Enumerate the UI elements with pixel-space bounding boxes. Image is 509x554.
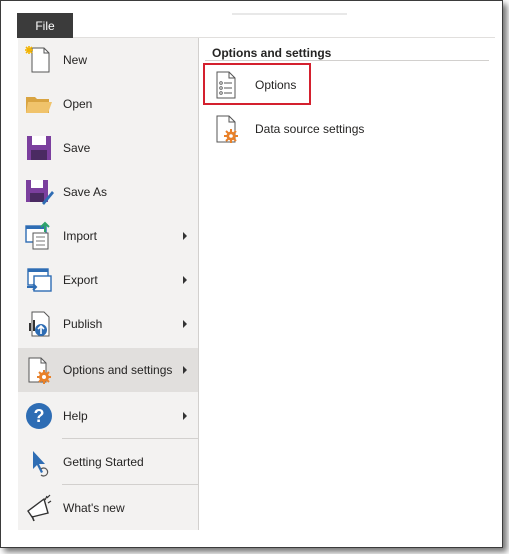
publish-icon: [24, 309, 54, 339]
submenu-arrow-icon: [183, 320, 187, 328]
data-source-settings-icon: [211, 114, 241, 144]
menu-item-label: Export: [63, 273, 98, 287]
menu-separator: [62, 484, 198, 485]
export-icon: [24, 265, 54, 295]
menu-item-open[interactable]: Open: [18, 82, 198, 126]
menu-item-label: Open: [63, 97, 93, 111]
panel-item-options[interactable]: Options: [205, 65, 489, 105]
folder-open-icon: [24, 89, 54, 119]
menu-item-export[interactable]: Export: [18, 258, 198, 302]
save-as-icon: [24, 177, 54, 207]
panel-divider: [205, 60, 489, 61]
menu-item-save[interactable]: Save: [18, 126, 198, 170]
ribbon-strip: [232, 13, 347, 15]
submenu-arrow-icon: [183, 276, 187, 284]
menu-item-publish[interactable]: Publish: [18, 302, 198, 346]
menu-item-label: What's new: [63, 501, 125, 515]
menu-item-getting-started[interactable]: Getting Started: [18, 440, 198, 484]
svg-text:?: ?: [34, 406, 45, 426]
submenu-arrow-icon: [183, 412, 187, 420]
help-icon: ?: [24, 401, 54, 431]
top-ribbon-bar: File: [17, 13, 495, 38]
save-icon: [24, 133, 54, 163]
menu-item-label: Options and settings: [63, 363, 173, 377]
window-frame: File New Open Save Save As Import Export…: [0, 0, 503, 548]
options-document-icon: [211, 70, 241, 100]
new-file-icon: [24, 45, 54, 75]
megaphone-icon: [24, 493, 54, 523]
panel-item-data-source-settings[interactable]: Data source settings: [205, 109, 489, 149]
import-icon: [24, 221, 54, 251]
options-and-settings-panel: Options and settings Options Data source…: [199, 38, 495, 530]
menu-item-label: Getting Started: [63, 455, 144, 469]
menu-item-import[interactable]: Import: [18, 214, 198, 258]
menu-item-save-as[interactable]: Save As: [18, 170, 198, 214]
menu-item-label: Publish: [63, 317, 103, 331]
menu-item-new[interactable]: New: [18, 38, 198, 82]
panel-title: Options and settings: [212, 46, 332, 60]
menu-item-help[interactable]: ? Help: [18, 394, 198, 438]
submenu-arrow-icon: [183, 232, 187, 240]
options-settings-icon: [24, 355, 54, 385]
menu-item-label: Help: [63, 409, 88, 423]
menu-item-label: Save: [63, 141, 91, 155]
getting-started-icon: [24, 447, 54, 477]
panel-item-label: Data source settings: [255, 122, 365, 136]
menu-item-whats-new[interactable]: What's new: [18, 486, 198, 530]
menu-item-label: Save As: [63, 185, 108, 199]
file-menu: New Open Save Save As Import Export Publ…: [18, 38, 199, 530]
menu-item-label: New: [63, 53, 88, 67]
menu-item-options-and-settings[interactable]: Options and settings: [18, 348, 198, 392]
menu-item-label: Import: [63, 229, 98, 243]
panel-item-label: Options: [255, 78, 297, 92]
file-tab[interactable]: File: [17, 13, 73, 38]
submenu-arrow-icon: [183, 366, 187, 374]
menu-separator: [62, 438, 198, 439]
